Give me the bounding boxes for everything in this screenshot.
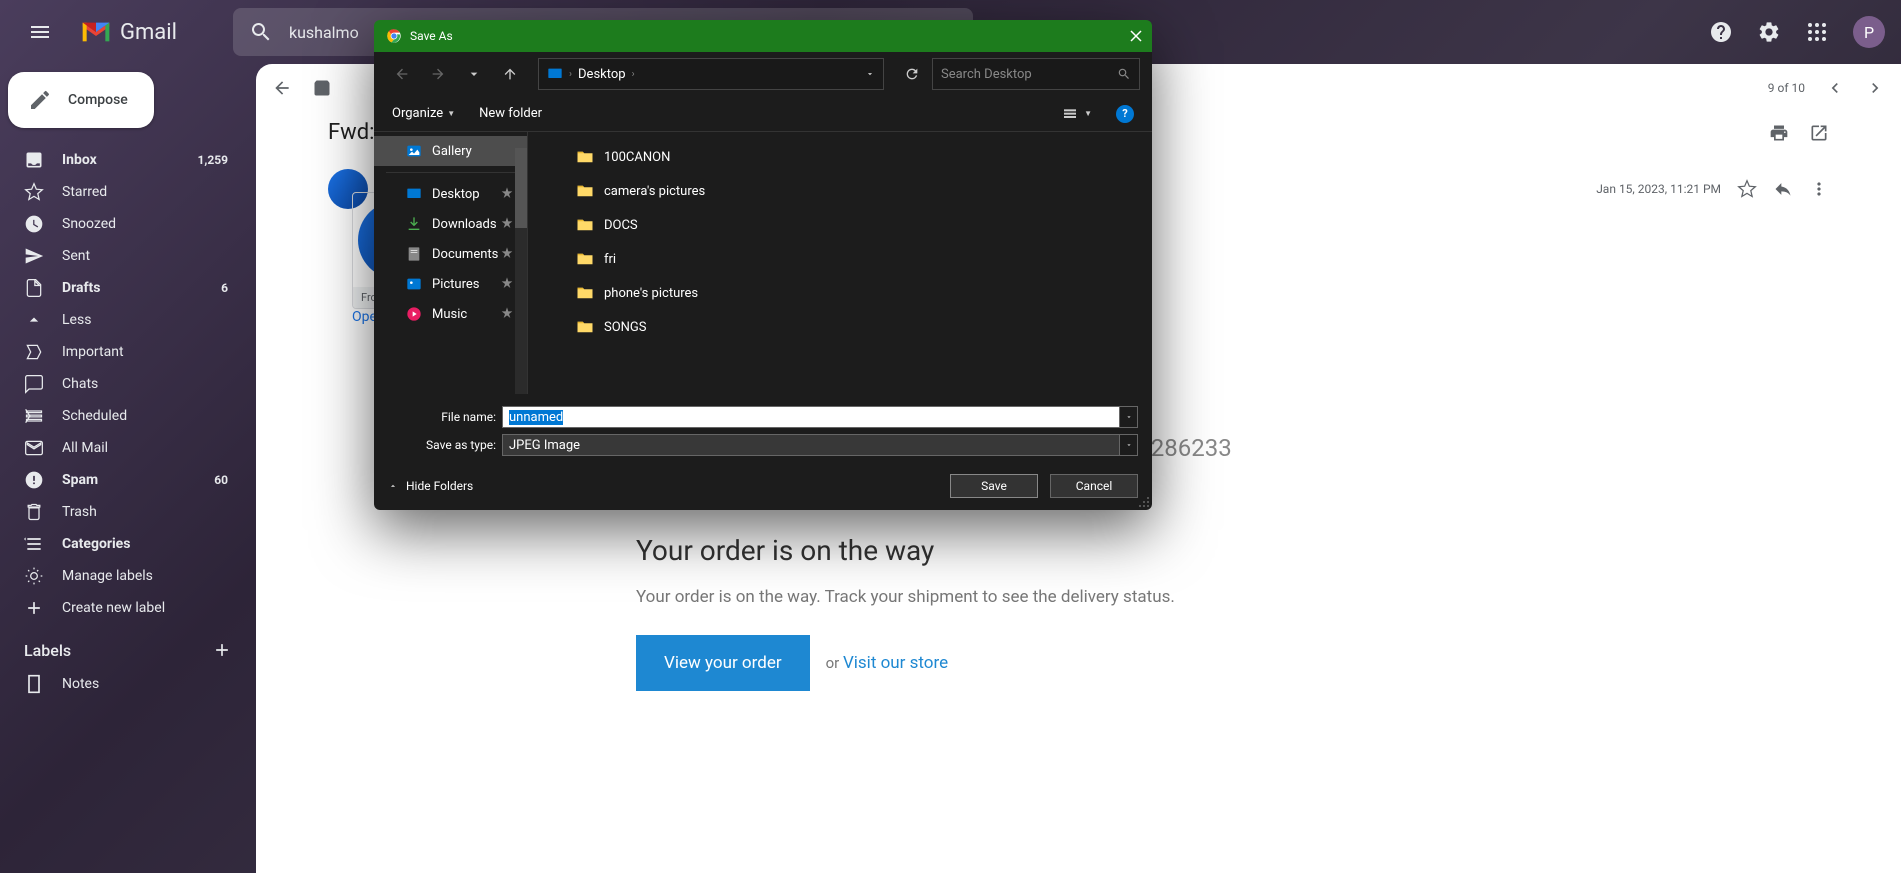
star-button[interactable] <box>1737 179 1757 199</box>
sidebar-item-spam[interactable]: Spam60 <box>0 464 240 496</box>
sidebar-item-documents[interactable]: Documents <box>374 239 527 269</box>
filename-label: File name: <box>388 410 502 424</box>
chrome-icon <box>386 28 402 44</box>
sidebar-item-music[interactable]: Music <box>374 299 527 329</box>
compose-icon <box>28 88 52 112</box>
back-button[interactable] <box>272 78 292 98</box>
next-button[interactable] <box>1865 78 1885 98</box>
folder-item[interactable]: SONGS <box>528 310 1152 344</box>
help-button[interactable] <box>1701 12 1741 52</box>
save-as-dialog: Save As › Desktop › Organize▼ <box>374 20 1152 510</box>
nav-back-button[interactable] <box>386 58 418 90</box>
sidebar-item-desktop[interactable]: Desktop <box>374 179 527 209</box>
compose-label: Compose <box>68 92 128 108</box>
sidebar-item-scheduled[interactable]: Scheduled <box>0 400 240 432</box>
refresh-button[interactable] <box>896 58 928 90</box>
sidebar-item-starred[interactable]: Starred <box>0 176 240 208</box>
new-folder-button[interactable]: New folder <box>479 106 542 121</box>
sidebar-item-notes[interactable]: Notes <box>0 668 240 700</box>
nav-forward-button[interactable] <box>422 58 454 90</box>
reply-button[interactable] <box>1773 179 1793 199</box>
folder-item[interactable]: 100CANON <box>528 140 1152 174</box>
sidebar-item-inbox[interactable]: Inbox1,259 <box>0 144 240 176</box>
nav-up-button[interactable] <box>494 58 526 90</box>
folder-item[interactable]: fri <box>528 242 1152 276</box>
path-dropdown-icon[interactable] <box>865 69 875 79</box>
hide-folders-button[interactable]: Hide Folders <box>388 479 473 493</box>
order-title: Your order is on the way <box>636 534 1196 567</box>
visit-store-link[interactable]: Visit our store <box>843 653 948 673</box>
save-button[interactable]: Save <box>950 474 1038 498</box>
sidebar-item-snoozed[interactable]: Snoozed <box>0 208 240 240</box>
sidebar-item-trash[interactable]: Trash <box>0 496 240 528</box>
view-order-button[interactable]: View your order <box>636 635 810 691</box>
path-text: Desktop <box>578 67 626 82</box>
print-button[interactable] <box>1769 123 1789 143</box>
email-subject: Fwd: <box>328 120 374 145</box>
prev-button[interactable] <box>1825 78 1845 98</box>
nav-history-button[interactable] <box>458 58 490 90</box>
sidebar-item-less[interactable]: Less <box>0 304 240 336</box>
settings-button[interactable] <box>1749 12 1789 52</box>
folder-item[interactable]: phone's pictures <box>528 276 1152 310</box>
archive-button[interactable] <box>312 78 332 98</box>
search-location-input[interactable] <box>932 58 1140 90</box>
sidebar-item-chats[interactable]: Chats <box>0 368 240 400</box>
order-description: Your order is on the way. Track your shi… <box>636 587 1196 607</box>
sidebar-item-categories[interactable]: Categories <box>0 528 240 560</box>
or-text: or <box>826 654 843 672</box>
filename-input[interactable] <box>502 406 1120 428</box>
desktop-path-icon <box>547 66 563 82</box>
type-select[interactable]: JPEG Image <box>502 434 1120 456</box>
type-dropdown[interactable] <box>1120 434 1138 456</box>
search-icon <box>1117 67 1131 81</box>
sidebar-item-manage-labels[interactable]: Manage labels <box>0 560 240 592</box>
sidebar-label: Gallery <box>432 144 472 159</box>
gallery-icon <box>406 143 422 159</box>
dialog-close-button[interactable] <box>1120 20 1152 52</box>
labels-header: Labels <box>24 641 71 660</box>
account-avatar[interactable]: P <box>1853 16 1885 48</box>
folder-item[interactable]: DOCS <box>528 208 1152 242</box>
main-menu-button[interactable] <box>16 8 64 56</box>
nav-label: Notes <box>62 676 99 692</box>
filename-dropdown[interactable] <box>1120 406 1138 428</box>
view-toggle[interactable]: ▼ <box>1060 106 1092 122</box>
gmail-logo[interactable]: Gmail <box>80 20 177 45</box>
dialog-title: Save As <box>410 29 1112 43</box>
sidebar-item-pictures[interactable]: Pictures <box>374 269 527 299</box>
sidebar-item-important[interactable]: Important <box>0 336 240 368</box>
resize-grip[interactable] <box>1138 496 1150 508</box>
sidebar-item-drafts[interactable]: Drafts6 <box>0 272 240 304</box>
more-button[interactable] <box>1809 179 1829 199</box>
email-date: Jan 15, 2023, 11:21 PM <box>1596 182 1721 196</box>
sidebar-item-create-new-label[interactable]: Create new label <box>0 592 240 624</box>
folder-item[interactable]: camera's pictures <box>528 174 1152 208</box>
cancel-button[interactable]: Cancel <box>1050 474 1138 498</box>
sidebar-item-sent[interactable]: Sent <box>0 240 240 272</box>
search-icon <box>249 20 273 44</box>
sidebar-item-downloads[interactable]: Downloads <box>374 209 527 239</box>
page-counter: 9 of 10 <box>1768 81 1805 95</box>
type-label: Save as type: <box>388 438 502 452</box>
organize-menu[interactable]: Organize▼ <box>392 106 455 121</box>
add-label-icon[interactable] <box>212 640 232 660</box>
dialog-titlebar[interactable]: Save As <box>374 20 1152 52</box>
sidebar-item-all-mail[interactable]: All Mail <box>0 432 240 464</box>
path-bar[interactable]: › Desktop › <box>538 58 884 90</box>
sidebar-scrollbar[interactable] <box>515 148 527 394</box>
sidebar-item-gallery[interactable]: Gallery <box>374 136 527 166</box>
popout-button[interactable] <box>1809 123 1829 143</box>
compose-button[interactable]: Compose <box>8 72 154 128</box>
help-button[interactable]: ? <box>1116 105 1134 123</box>
apps-button[interactable] <box>1797 12 1837 52</box>
gmail-logo-text: Gmail <box>120 20 177 45</box>
